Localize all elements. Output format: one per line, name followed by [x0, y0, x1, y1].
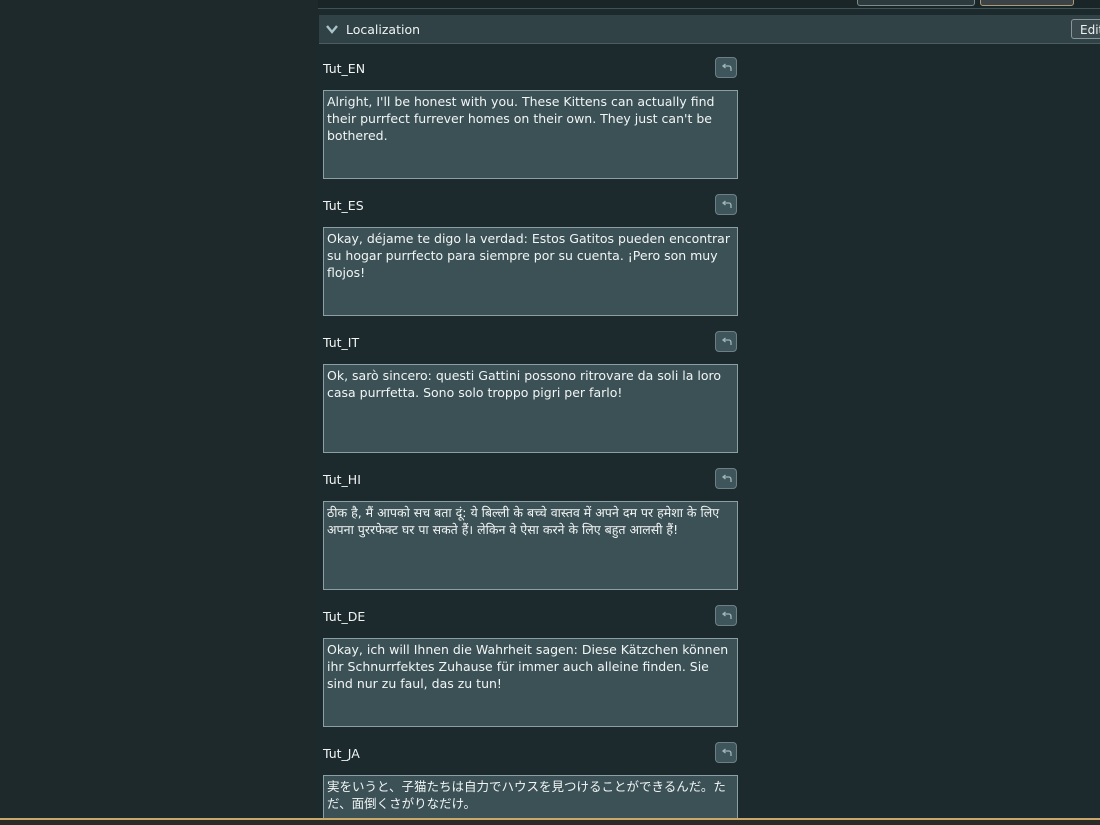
revert-button-tut-ja[interactable]	[715, 742, 737, 763]
revert-icon	[721, 611, 732, 619]
revert-icon	[721, 748, 732, 756]
field-label-tut-hi: Tut_HI	[323, 472, 361, 487]
top-toolbar-button-1[interactable]	[857, 0, 975, 6]
field-label-tut-ja: Tut_JA	[323, 746, 360, 761]
bottom-status-bar	[0, 818, 1100, 825]
revert-button-tut-it[interactable]	[715, 331, 737, 352]
field-label-tut-it: Tut_IT	[323, 335, 360, 350]
text-field-tut-hi[interactable]: ठीक है, मैं आपको सच बता दूं: ये बिल्ली क…	[323, 501, 738, 590]
section-title: Localization	[346, 22, 421, 37]
edit-button[interactable]: Edit	[1071, 19, 1100, 39]
revert-icon	[721, 63, 732, 71]
localization-section-header[interactable]: Localization Edit	[319, 15, 1100, 44]
field-label-tut-de: Tut_DE	[323, 609, 366, 624]
top-toolbar-button-2[interactable]	[980, 0, 1074, 6]
text-field-tut-ja[interactable]: 実をいうと、子猫たちは自力でハウスを見つけることができるんだ。ただ、面倒くさがり…	[323, 775, 738, 818]
left-empty-area	[0, 0, 318, 818]
text-field-tut-en[interactable]: Alright, I'll be honest with you. These …	[323, 90, 738, 179]
revert-icon	[721, 474, 732, 482]
field-label-tut-es: Tut_ES	[323, 198, 364, 213]
revert-icon	[721, 337, 732, 345]
chevron-down-icon[interactable]	[325, 22, 339, 36]
field-label-tut-en: Tut_EN	[323, 61, 366, 76]
localization-panel: Localization Edit Tut_EN Alright, I'll b…	[318, 0, 1100, 818]
text-field-tut-es[interactable]: Okay, déjame te digo la verdad: Estos Ga…	[323, 227, 738, 316]
revert-icon	[721, 200, 732, 208]
text-field-tut-it[interactable]: Ok, sarò sincero: questi Gattini possono…	[323, 364, 738, 453]
top-toolbar-strip	[318, 0, 1100, 9]
revert-button-tut-hi[interactable]	[715, 468, 737, 489]
revert-button-tut-es[interactable]	[715, 194, 737, 215]
revert-button-tut-de[interactable]	[715, 605, 737, 626]
text-field-tut-de[interactable]: Okay, ich will Ihnen die Wahrheit sagen:…	[323, 638, 738, 727]
revert-button-tut-en[interactable]	[715, 57, 737, 78]
